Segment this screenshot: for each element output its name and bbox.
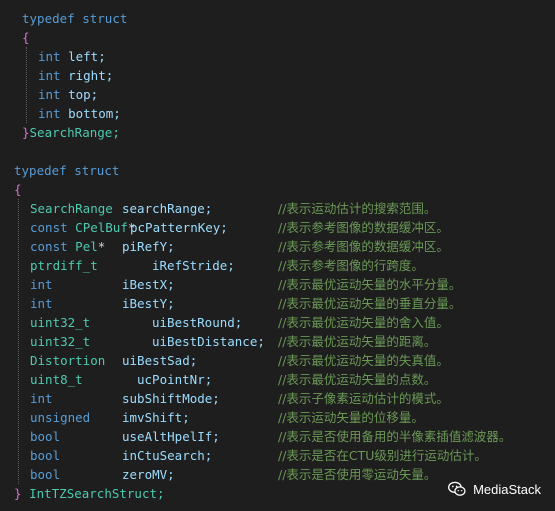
field-type: uint8_t [30,372,83,387]
struct2-field: const CPelBuf* [30,220,136,235]
field-type: bool [30,467,61,482]
field-name: iBestX; [122,277,175,292]
struct1-footer: }SearchRange; [22,123,120,142]
field-type: int [30,277,53,292]
indent-guide [26,47,27,123]
field-comment: //表示是否使用备用的半像素插值滤波器。 [278,429,512,444]
field-type: int [38,49,61,64]
field-name: iRefStride; [152,258,235,273]
struct1-field: int bottom; [38,104,121,123]
field-comment: //表示最优运动矢量的水平分量。 [278,277,462,292]
struct2-header: typedef struct [14,161,119,180]
field-type: int [38,87,61,102]
field-type: uint32_t [30,334,91,349]
field-type: SearchRange [30,201,113,216]
struct-keyword: struct [82,11,128,26]
field-comment: //表示最优运动矢量的垂直分量。 [278,296,462,311]
field-name: iBestY; [122,296,175,311]
field-type: uint32_t [30,315,91,330]
close-brace: } [14,486,22,501]
struct2-field: const Pel* [30,239,106,254]
field-comment: //表示最优运动矢量的点数。 [278,372,437,387]
wechat-icon [448,481,466,496]
typedef-keyword: typedef [22,11,75,26]
field-name: inCtuSearch; [122,448,213,463]
code-editor: typedef struct { int left; int right; in… [0,0,555,511]
field-comment: //表示最优运动矢量的舍入值。 [278,315,449,330]
close-brace: } [22,125,30,140]
field-name: uiBestRound; [152,315,243,330]
field-comment: //表示最优运动矢量的距离。 [278,334,437,349]
field-type: int [38,106,61,121]
field-comment: //表示参考图像的数据缓冲区。 [278,220,449,235]
field-name: left; [68,49,106,64]
struct1-header: typedef struct [22,9,127,28]
field-name: imvShift; [122,410,190,425]
struct-keyword: struct [74,163,120,178]
field-comment: //表示最优运动矢量的失真值。 [278,353,449,368]
field-type: ptrdiff_t [30,258,98,273]
struct-name: IntTZSearchStruct; [29,486,165,501]
watermark-text: MediaStack [473,481,541,497]
field-type: int [38,68,61,83]
struct1-field: int top; [38,85,98,104]
field-name: searchRange; [122,201,213,216]
indent-guide [18,199,19,484]
struct2-open-brace: { [14,182,22,197]
field-name: bottom; [68,106,121,121]
struct1-open-brace: { [22,30,30,45]
field-comment: //表示运动矢量的位移量。 [278,410,424,425]
field-type: int [30,296,53,311]
field-name: top; [68,87,99,102]
field-comment: //表示参考图像的行跨度。 [278,258,424,273]
struct1-field: int left; [38,47,106,66]
struct2-footer: } IntTZSearchStruct; [14,484,165,503]
field-name: uiBestSad; [122,353,198,368]
field-name: ucPointNr; [137,372,213,387]
field-name: right; [68,68,114,83]
field-name: pcPatternKey; [130,220,228,235]
field-comment: //表示运动估计的搜索范围。 [278,201,437,216]
field-type: Distortion [30,353,106,368]
struct2-field: SearchRange [30,199,113,218]
field-comment: //表示参考图像的数据缓冲区。 [278,239,449,254]
field-name: subShiftMode; [122,391,220,406]
field-name: useAltHpelIf; [122,429,220,444]
field-type: bool [30,429,61,444]
field-name: zeroMV; [122,467,175,482]
field-name: uiBestDistance; [152,334,265,349]
field-type: unsigned [30,410,91,425]
field-comment: //表示是否使用零运动矢量。 [278,467,437,482]
struct-name: SearchRange; [29,125,120,140]
struct1-field: int right; [38,66,113,85]
field-type: bool [30,448,61,463]
field-comment: //表示子像素运动估计的模式。 [278,391,449,406]
typedef-keyword: typedef [14,163,67,178]
field-type: int [30,391,53,406]
field-name: piRefY; [122,239,175,254]
field-comment: //表示是否在CTU级别进行运动估计。 [278,448,487,463]
watermark: MediaStack [447,479,541,499]
